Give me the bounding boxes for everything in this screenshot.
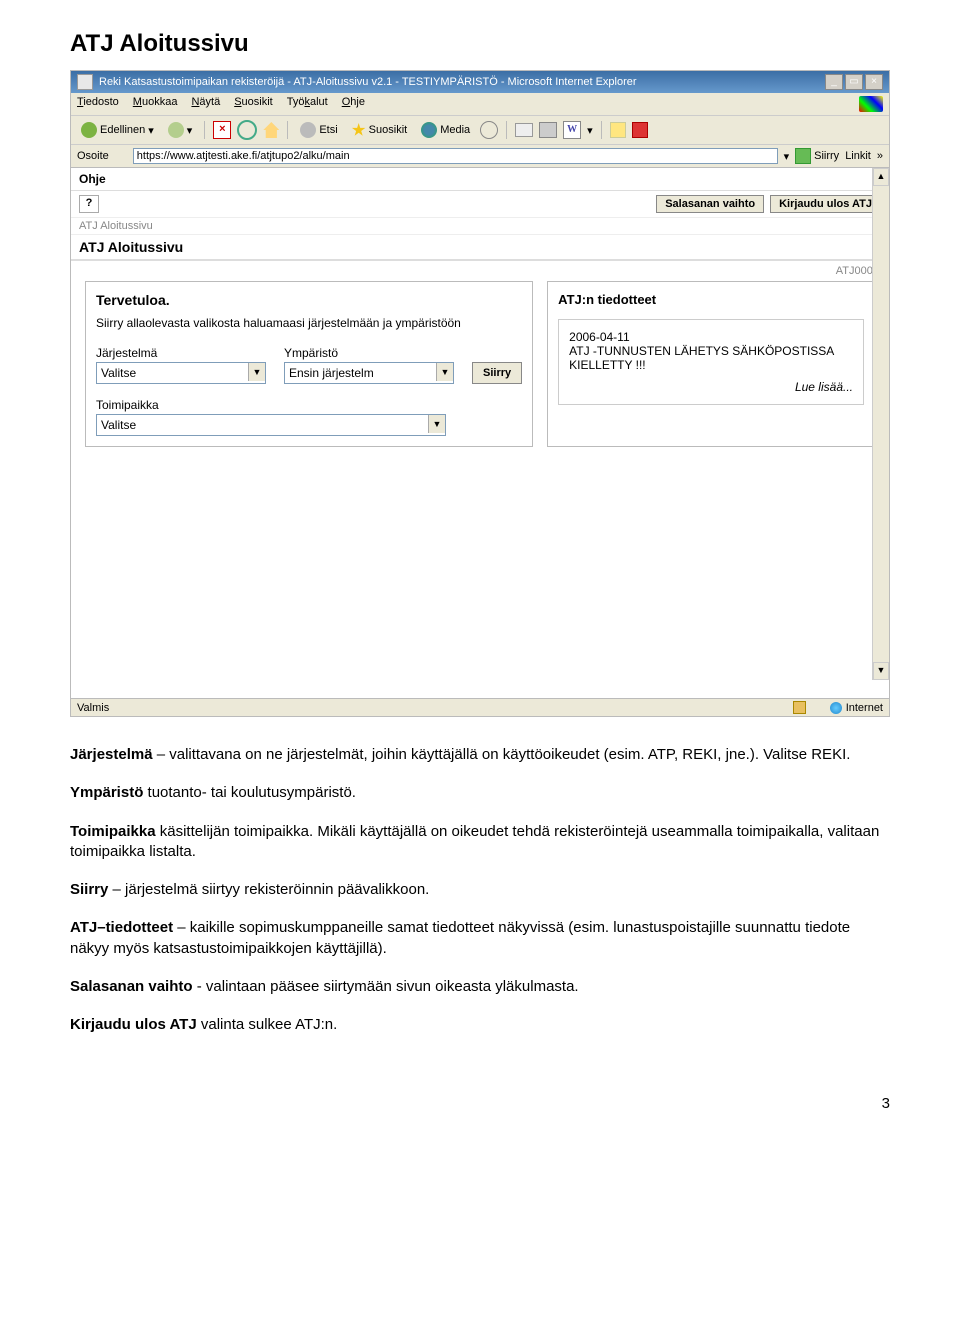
back-button[interactable]: Edellinen ▾ <box>77 120 158 140</box>
p4-text: – järjestelmä siirtyy rekisteröinnin pää… <box>108 881 429 898</box>
menu-ohje[interactable]: Ohje <box>342 96 365 112</box>
lue-lisaa-link[interactable]: Lue lisää... <box>569 380 853 394</box>
siirry-button[interactable]: Siirry <box>472 362 522 384</box>
maximize-button[interactable]: ▭ <box>845 74 863 90</box>
status-bar: Valmis Internet <box>71 698 889 716</box>
p6-term: Salasanan vaihto <box>70 978 193 995</box>
status-text: Valmis <box>77 702 109 714</box>
address-label: Osoite <box>77 150 109 162</box>
history-icon[interactable] <box>480 121 498 139</box>
browser-screenshot: Reki Katsastustoimipaikan rekisteröijä -… <box>70 70 890 717</box>
jarjestelma-select[interactable]: Valitse▼ <box>96 362 266 384</box>
p5-term: ATJ–tiedotteet <box>70 919 173 936</box>
links-label[interactable]: Linkit <box>845 150 871 162</box>
ohje-header: Ohje <box>71 168 889 191</box>
stop-icon[interactable]: × <box>213 121 231 139</box>
note-icon[interactable] <box>610 122 626 138</box>
page-heading: ATJ Aloitussivu <box>70 30 890 58</box>
menu-tiedosto[interactable]: Tiedosto <box>77 96 119 112</box>
p2-text: tuotanto- tai koulutusympäristö. <box>143 784 356 801</box>
lock-icon <box>793 701 806 714</box>
tiedote-text: ATJ -TUNNUSTEN LÄHETYS SÄHKÖPOSTISSA KIE… <box>569 344 853 372</box>
minimize-button[interactable]: _ <box>825 74 843 90</box>
p7-term: Kirjaudu ulos ATJ <box>70 1016 197 1033</box>
welcome-panel: Tervetuloa. Siirry allaolevasta valikost… <box>85 281 533 447</box>
tiedote-date: 2006-04-11 <box>569 330 853 344</box>
p6-text: - valintaan pääsee siirtymään sivun oike… <box>193 978 579 995</box>
chevron-down-icon[interactable]: ▼ <box>436 363 453 381</box>
toolbar: Edellinen ▾ ▾ × Etsi Suosikit Media W▾ <box>71 116 889 145</box>
page-content: Ohje ? Salasanan vaihto Kirjaudu ulos AT… <box>71 168 889 698</box>
tiedotteet-heading: ATJ:n tiedotteet <box>558 292 864 307</box>
media-button[interactable]: Media <box>417 120 474 140</box>
print-icon[interactable] <box>539 122 557 138</box>
welcome-text: Siirry allaolevasta valikosta haluamaasi… <box>96 316 522 330</box>
page-number: 3 <box>70 1095 890 1112</box>
scroll-down-icon[interactable]: ▼ <box>873 662 889 680</box>
toimipaikka-label: Toimipaikka <box>96 398 522 412</box>
globe-icon <box>830 702 842 714</box>
toimipaikka-select[interactable]: Valitse▼ <box>96 414 446 436</box>
scroll-up-icon[interactable]: ▲ <box>873 168 889 186</box>
scrollbar[interactable]: ▲ ▼ <box>872 168 889 680</box>
document-body: Järjestelmä – valittavana on ne järjeste… <box>70 745 890 1035</box>
zone-text: Internet <box>846 702 883 714</box>
p3-text: käsittelijän toimipaikka. Mikäli käyttäj… <box>70 823 879 860</box>
windows-logo-icon <box>859 96 883 112</box>
ymparisto-label: Ympäristö <box>284 346 454 360</box>
page-icon <box>115 150 127 162</box>
window-title: Reki Katsastustoimipaikan rekisteröijä -… <box>99 76 637 88</box>
edit-icon[interactable]: W <box>563 121 581 139</box>
kirjaudu-ulos-button[interactable]: Kirjaudu ulos ATJ <box>770 195 881 213</box>
p5-text: – kaikille sopimuskumppaneille samat tie… <box>70 919 850 956</box>
tiedotteet-panel: ATJ:n tiedotteet 2006-04-11 ATJ -TUNNUST… <box>547 281 875 447</box>
window-titlebar: Reki Katsastustoimipaikan rekisteröijä -… <box>71 71 889 93</box>
chevron-down-icon[interactable]: ▼ <box>248 363 265 381</box>
page-title: ATJ Aloitussivu <box>71 235 889 261</box>
p2-term: Ympäristö <box>70 784 143 801</box>
breadcrumb: ATJ Aloitussivu <box>71 218 889 235</box>
search-button[interactable]: Etsi <box>296 120 341 140</box>
refresh-icon[interactable] <box>237 120 257 140</box>
p3-term: Toimipaikka <box>70 823 156 840</box>
p7-text: valinta sulkee ATJ:n. <box>197 1016 338 1033</box>
p1-term: Järjestelmä <box>70 746 153 763</box>
favorites-button[interactable]: Suosikit <box>348 121 412 139</box>
go-button[interactable]: Siirry <box>795 148 839 164</box>
p4-term: Siirry <box>70 881 108 898</box>
ie-icon <box>77 74 93 90</box>
jarjestelma-label: Järjestelmä <box>96 346 266 360</box>
menu-tyokalut[interactable]: Työkalut <box>287 96 328 112</box>
salasanan-vaihto-button[interactable]: Salasanan vaihto <box>656 195 764 213</box>
welcome-heading: Tervetuloa. <box>96 292 522 308</box>
home-icon[interactable] <box>263 122 279 138</box>
red-icon[interactable] <box>632 122 648 138</box>
page-code: ATJ0002 <box>71 261 889 281</box>
menu-bar: Tiedosto Muokkaa Näytä Suosikit Työkalut… <box>71 93 889 116</box>
address-input[interactable] <box>133 148 778 164</box>
menu-nayta[interactable]: Näytä <box>191 96 220 112</box>
links-chevron-icon[interactable]: » <box>877 150 883 162</box>
menu-muokkaa[interactable]: Muokkaa <box>133 96 178 112</box>
forward-button[interactable]: ▾ <box>164 120 197 140</box>
chevron-down-icon[interactable]: ▼ <box>428 415 445 433</box>
ymparisto-select[interactable]: Ensin järjestelm▼ <box>284 362 454 384</box>
help-icon[interactable]: ? <box>79 195 99 213</box>
address-dropdown-icon[interactable]: ▾ <box>784 150 790 163</box>
close-button[interactable]: × <box>865 74 883 90</box>
menu-suosikit[interactable]: Suosikit <box>234 96 273 112</box>
mail-icon[interactable] <box>515 123 533 137</box>
address-bar: Osoite ▾ Siirry Linkit » <box>71 145 889 168</box>
p1-text: – valittavana on ne järjestelmät, joihin… <box>153 746 851 763</box>
